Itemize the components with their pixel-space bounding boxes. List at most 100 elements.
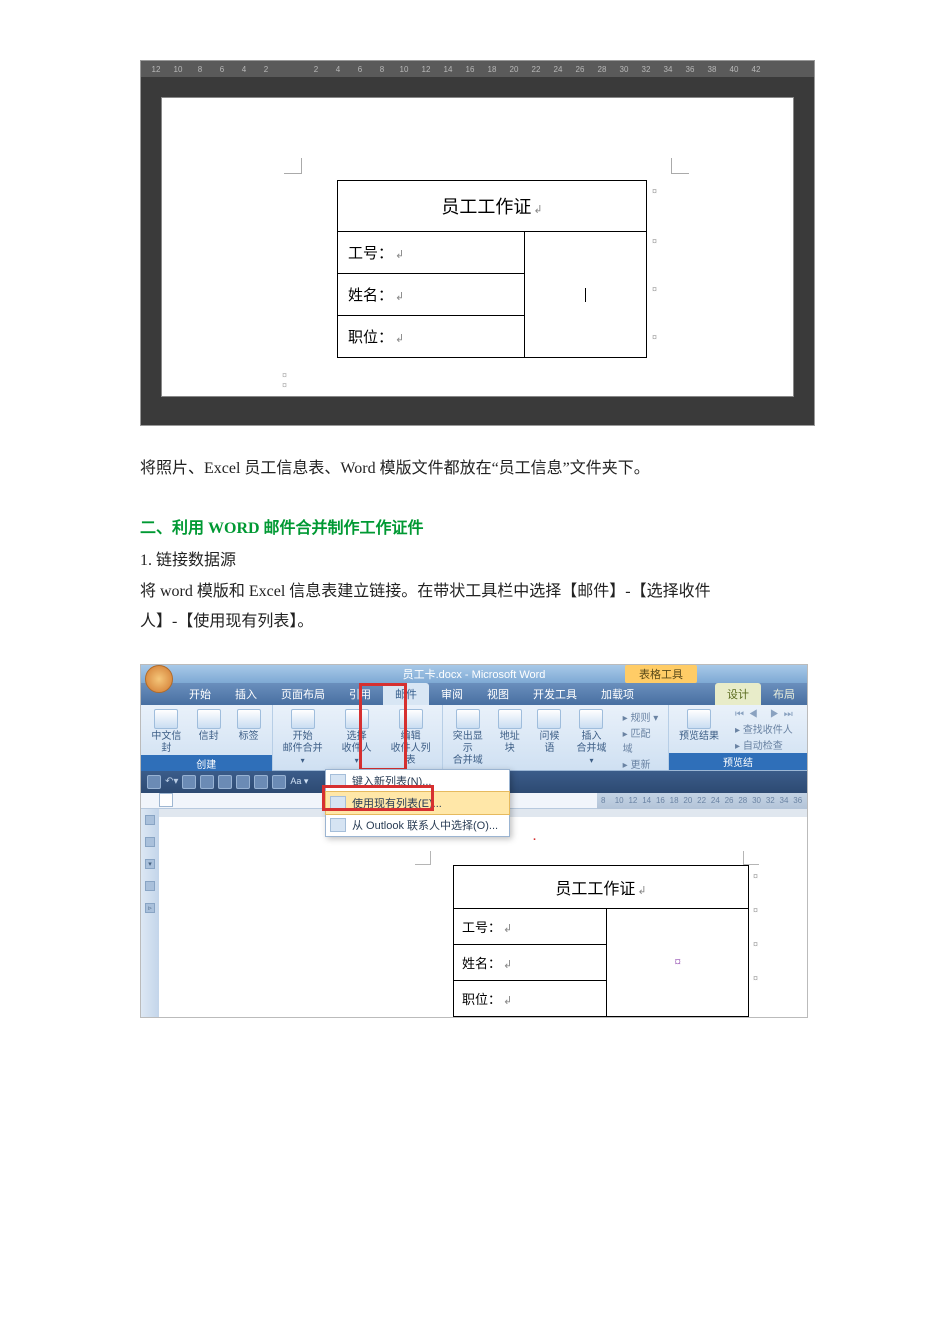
ruler-tick: 32 <box>766 796 780 805</box>
dd-new-list[interactable]: 键入新列表(N)... <box>326 770 509 792</box>
ruler-tick: 22 <box>697 796 711 805</box>
new-list-icon <box>330 774 346 788</box>
ruler-tick: 14 <box>642 796 656 805</box>
ruler-tick: 40 <box>723 65 745 74</box>
tab-view[interactable]: 视图 <box>475 683 521 705</box>
document-canvas[interactable]: . 员工工作证↲ 工号：↲ ¤ 姓名：↲ 职位：↲ ¤ ¤ ¤ <box>159 809 807 1017</box>
ruler-tick: 20 <box>683 796 697 805</box>
ruler-tick: 18 <box>481 65 503 74</box>
recipients-icon <box>345 709 369 729</box>
ruler-tick: 6 <box>349 65 371 74</box>
ruler-tick: 16 <box>459 65 481 74</box>
ruler-tick: 24 <box>711 796 725 805</box>
tab-mail[interactable]: 邮件 <box>383 683 429 705</box>
item-1-body-line2: 人】-【使用现有列表】。 <box>140 607 815 637</box>
vmark: ▾ <box>145 859 155 869</box>
qat-icon[interactable] <box>236 775 250 789</box>
row-id-label: 工号：↲ <box>338 232 525 274</box>
ruler-tick: 36 <box>679 65 701 74</box>
btn-edit-recipients[interactable]: 编辑收件人列表 <box>389 709 433 767</box>
dd-use-existing[interactable]: 使用现有列表(E)... <box>325 791 510 815</box>
tab-review[interactable]: 审阅 <box>429 683 475 705</box>
vmark <box>145 837 155 847</box>
mailmerge-icon <box>291 709 315 729</box>
btn-preview[interactable]: 预览结果 <box>677 709 721 743</box>
dd-outlook[interactable]: 从 Outlook 联系人中选择(O)... <box>326 814 509 836</box>
fig1-body: ¤ ¤ ¤ ¤ 员工工作证↲ 工号：↲ 姓名：↲ 职位：↲ ¤¤ <box>141 77 814 425</box>
ruler-tick: 12 <box>415 65 437 74</box>
tab-tablelayout[interactable]: 布局 <box>761 683 807 705</box>
qat-more[interactable]: Aa ▾ <box>290 776 308 787</box>
ruler-tick: 36 <box>793 796 807 805</box>
qat-icon[interactable] <box>182 775 196 789</box>
group-label-create: 创建 <box>141 755 272 772</box>
vmark <box>145 815 155 825</box>
opt-rules[interactable]: ▸ 规则 ▾ <box>623 709 660 724</box>
btn-greeting[interactable]: 问候语 <box>535 709 565 755</box>
opt-find[interactable]: ▸ 查找收件人 <box>735 721 794 736</box>
ruler-right-zone: 8 10 12 14 16 18 20 22 24 26 28 30 32 34… <box>597 793 807 809</box>
quick-access-toolbar: ↶▾ Aa ▾ 键入新列表(N)... 使用现有列表(E)... 从 Outlo… <box>141 771 807 793</box>
btn-insert-field[interactable]: 插入合并域▾ <box>574 709 608 767</box>
card2-row2: 姓名：↲ <box>454 944 607 980</box>
ruler-tick: 8 <box>189 65 211 74</box>
tab-layout[interactable]: 页面布局 <box>269 683 337 705</box>
red-marker: . <box>533 831 536 843</box>
ruler-tick: 10 <box>167 65 189 74</box>
qat-icon[interactable] <box>272 775 286 789</box>
btn-address-block[interactable]: 地址块 <box>495 709 525 755</box>
tab-insert[interactable]: 插入 <box>223 683 269 705</box>
btn-start-merge[interactable]: 开始邮件合并▾ <box>281 709 325 767</box>
ruler-tick: 26 <box>569 65 591 74</box>
tab-indicator[interactable] <box>159 793 173 807</box>
btn-label[interactable]: 标签 <box>234 709 264 743</box>
ribbon-group-fields: 突出显示合并域 地址块 问候语 插入合并域▾ ▸ 规则 ▾ ▸ 匹配域 ▸ 更新… <box>443 705 669 770</box>
ruler-tick: 16 <box>656 796 670 805</box>
cell-marker: ¤ <box>753 905 758 915</box>
ruler-tick: 8 <box>601 796 615 805</box>
ruler-tick: 2 <box>305 65 327 74</box>
card2-row1: 工号：↲ <box>454 908 607 944</box>
label-icon <box>237 709 261 729</box>
tab-start[interactable]: 开始 <box>177 683 223 705</box>
para-mark: ↲ <box>503 923 512 935</box>
qat-icon[interactable] <box>200 775 214 789</box>
text-cursor <box>585 288 586 302</box>
qat-icon[interactable] <box>218 775 232 789</box>
card2-photo: ¤ <box>607 908 749 1016</box>
ruler-tick: 34 <box>657 65 679 74</box>
nav-record[interactable]: ⏮ ◀ ▶ ⏭ <box>735 709 794 720</box>
envelope-icon <box>197 709 221 729</box>
ribbon: 中文信封 信封 标签 创建 开始邮件合并▾ 选择收件人▾ 编辑收件人列表 开 <box>141 705 807 771</box>
address-icon <box>498 709 522 729</box>
tab-design[interactable]: 设计 <box>715 683 761 705</box>
btn-highlight-fields[interactable]: 突出显示合并域 <box>451 709 485 767</box>
opt-auto[interactable]: ▸ 自动检查 <box>735 737 794 752</box>
tab-ref[interactable]: 引用 <box>337 683 383 705</box>
para-mark: ↲ <box>395 333 404 345</box>
ruler-tick: 10 <box>393 65 415 74</box>
cell-marker: ¤ <box>652 236 658 246</box>
tab-dev[interactable]: 开发工具 <box>521 683 589 705</box>
preview-side-options: ⏮ ◀ ▶ ⏭ ▸ 查找收件人 ▸ 自动检查 <box>735 709 794 752</box>
undo-icon[interactable]: ↶▾ <box>165 776 178 787</box>
ruler-tick: 42 <box>745 65 767 74</box>
greeting-icon <box>537 709 561 729</box>
fig2-document-area: ▾ ▹ . 员工工作证↲ 工号：↲ ¤ 姓名：↲ <box>141 809 807 1017</box>
btn-envelope[interactable]: 信封 <box>194 709 224 743</box>
ruler-tick: 8 <box>371 65 393 74</box>
figure-2-word-ribbon: 员工卡.docx - Microsoft Word 表格工具 开始 插入 页面布… <box>140 664 815 1018</box>
save-icon[interactable] <box>147 775 161 789</box>
ribbon-group-create: 中文信封 信封 标签 创建 <box>141 705 273 770</box>
qat-icon[interactable] <box>254 775 268 789</box>
btn-chinese-envelope[interactable]: 中文信封 <box>149 709 184 755</box>
para-mark: ↲ <box>395 249 404 261</box>
tab-addins[interactable]: 加载项 <box>589 683 646 705</box>
ruler-tick: 4 <box>233 65 255 74</box>
opt-match[interactable]: ▸ 匹配域 <box>623 725 660 755</box>
office-button[interactable] <box>145 665 173 693</box>
preview-icon <box>687 709 711 729</box>
cell-marker: ¤ <box>652 186 658 196</box>
btn-select-recipients[interactable]: 选择收件人▾ <box>335 709 379 767</box>
para-mark: ↲ <box>533 204 542 216</box>
